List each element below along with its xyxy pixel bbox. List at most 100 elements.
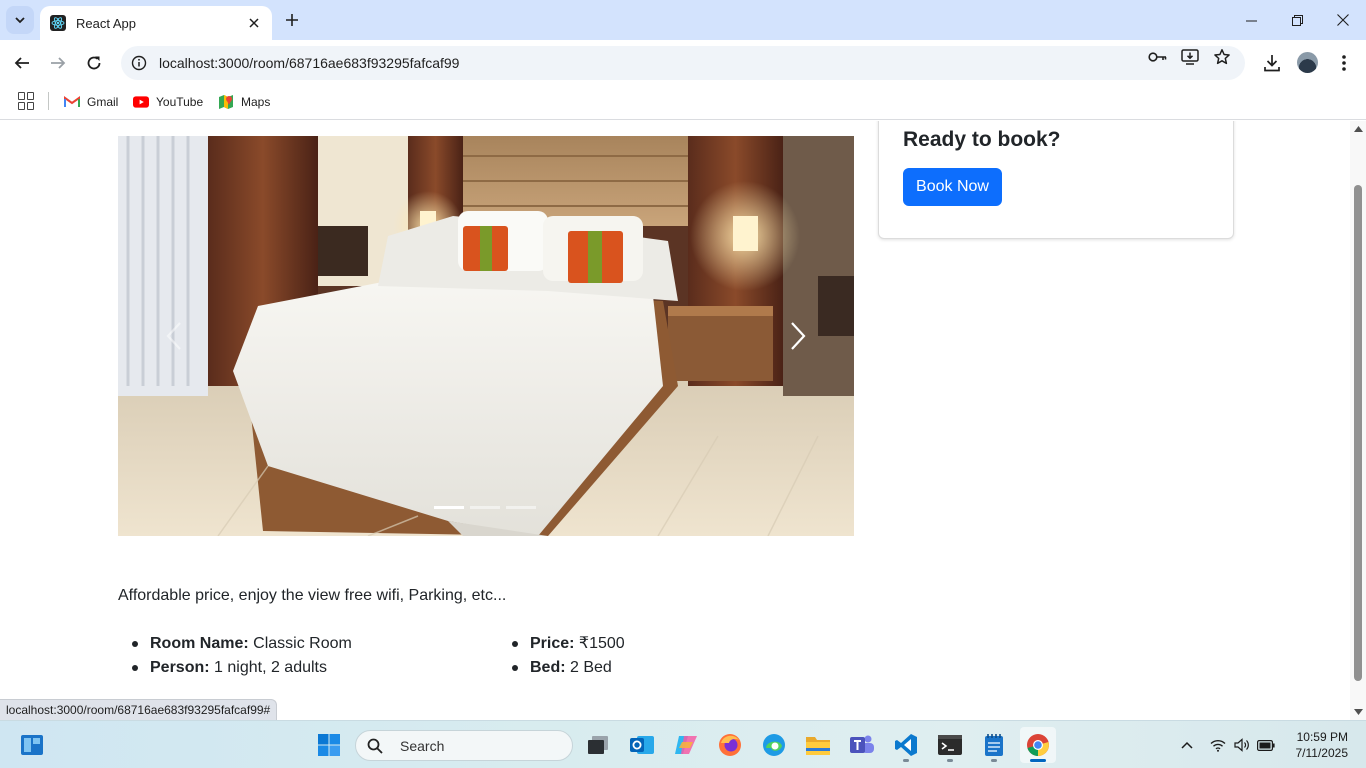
- reload-button[interactable]: [78, 47, 110, 79]
- carousel-indicators: [434, 506, 536, 509]
- file-explorer-app[interactable]: [800, 727, 836, 763]
- chrome-icon: [1027, 734, 1049, 756]
- active-app-indicator: [1030, 759, 1046, 762]
- browser-toolbar: localhost:3000/room/68716ae683f93295fafc…: [0, 40, 1366, 86]
- carousel-indicator[interactable]: [506, 506, 536, 509]
- bookmarks-divider: [48, 92, 49, 110]
- start-button[interactable]: [311, 727, 347, 763]
- browser-tab[interactable]: React App: [40, 6, 272, 40]
- widgets-icon: [21, 735, 43, 755]
- plus-icon: [286, 14, 298, 26]
- volume-icon[interactable]: [1233, 736, 1251, 754]
- wifi-icon[interactable]: [1209, 736, 1227, 754]
- details-column-left: Room Name: Classic Room Person: 1 night,…: [118, 632, 352, 680]
- install-app-icon[interactable]: [1180, 48, 1200, 66]
- bookmark-maps[interactable]: Maps: [218, 91, 270, 113]
- forward-button[interactable]: [42, 47, 74, 79]
- carousel-prev-button[interactable]: [154, 316, 194, 356]
- carousel-next-button[interactable]: [778, 316, 818, 356]
- copilot-app[interactable]: [668, 727, 704, 763]
- booking-heading: Ready to book?: [903, 128, 1061, 151]
- edge-icon: [763, 734, 785, 756]
- taskbar-search[interactable]: Search: [355, 730, 573, 761]
- scroll-up-arrow-icon[interactable]: [1353, 124, 1363, 134]
- page-scrollbar[interactable]: [1350, 121, 1366, 720]
- carousel-indicator[interactable]: [470, 506, 500, 509]
- tab-search-button[interactable]: [6, 6, 34, 34]
- notepad-app[interactable]: [976, 727, 1012, 763]
- site-info-icon[interactable]: [130, 54, 148, 72]
- terminal-app[interactable]: [932, 727, 968, 763]
- apps-grid-icon[interactable]: [18, 92, 36, 110]
- detail-label: Price:: [530, 635, 575, 652]
- detail-bed: Bed: 2 Bed: [498, 656, 625, 680]
- downloads-icon[interactable]: [1259, 50, 1285, 76]
- task-view-button[interactable]: [580, 727, 616, 763]
- restore-button[interactable]: [1274, 0, 1320, 40]
- chrome-app[interactable]: [1020, 727, 1056, 763]
- chevron-down-icon: [15, 17, 25, 24]
- outlook-icon: [630, 736, 654, 754]
- folder-icon: [806, 737, 830, 755]
- bookmarks-bar: Gmail YouTube Maps: [0, 86, 1366, 120]
- detail-label: Bed:: [530, 659, 566, 676]
- bookmark-label: YouTube: [156, 95, 204, 109]
- detail-value: ₹1500: [574, 635, 625, 652]
- booking-card: Ready to book? Book Now: [878, 121, 1234, 239]
- running-indicator: [903, 759, 909, 762]
- detail-label: Room Name:: [150, 635, 249, 652]
- firefox-icon: [719, 734, 741, 756]
- copilot-icon: [675, 736, 697, 754]
- page-viewport: Ready to book? Book Now Affordable price…: [0, 121, 1350, 720]
- detail-room-name: Room Name: Classic Room: [118, 632, 352, 656]
- bookmark-youtube[interactable]: YouTube: [133, 91, 203, 113]
- youtube-icon: [133, 94, 149, 110]
- password-key-icon[interactable]: [1148, 48, 1168, 66]
- room-photo: [118, 136, 854, 536]
- clock-date: 7/11/2025: [1295, 746, 1349, 760]
- address-bar[interactable]: localhost:3000/room/68716ae683f93295fafc…: [121, 46, 1245, 80]
- new-tab-button[interactable]: [280, 8, 304, 32]
- room-carousel[interactable]: [118, 136, 854, 536]
- detail-label: Person:: [150, 659, 210, 676]
- bookmark-star-icon[interactable]: [1212, 48, 1232, 66]
- task-view-icon: [588, 736, 608, 754]
- close-window-button[interactable]: [1320, 0, 1366, 40]
- system-clock[interactable]: 10:59 PM 7/11/2025: [1284, 729, 1349, 761]
- gmail-icon: [64, 94, 80, 110]
- restore-icon: [1291, 14, 1303, 26]
- outlook-app[interactable]: [624, 727, 660, 763]
- url-text[interactable]: localhost:3000/room/68716ae683f93295fafc…: [159, 55, 1245, 71]
- more-menu-icon[interactable]: [1331, 50, 1357, 76]
- detail-value: 1 night, 2 adults: [209, 659, 327, 676]
- profile-avatar[interactable]: [1297, 52, 1318, 73]
- close-tab-icon[interactable]: [246, 15, 262, 31]
- vscode-app[interactable]: [888, 727, 924, 763]
- close-icon: [1337, 14, 1349, 26]
- firefox-app[interactable]: [712, 727, 748, 763]
- terminal-icon: [938, 735, 962, 755]
- detail-value: Classic Room: [248, 635, 352, 652]
- back-button[interactable]: [6, 47, 38, 79]
- windows-start-icon: [318, 734, 340, 756]
- bookmark-gmail[interactable]: Gmail: [64, 91, 118, 113]
- widgets-button[interactable]: [14, 727, 50, 763]
- show-hidden-icons-icon[interactable]: [1178, 736, 1196, 754]
- carousel-indicator[interactable]: [434, 506, 464, 509]
- teams-icon: [850, 735, 874, 753]
- vscode-icon: [895, 734, 917, 756]
- running-indicator: [991, 759, 997, 762]
- book-now-button[interactable]: Book Now: [903, 168, 1002, 206]
- windows-taskbar: Search 10:59 PM 7/11/2025: [0, 720, 1366, 768]
- minimize-button[interactable]: [1228, 0, 1274, 40]
- detail-value: 2 Bed: [565, 659, 612, 676]
- react-icon: [50, 15, 66, 31]
- scroll-down-arrow-icon[interactable]: [1353, 707, 1363, 717]
- teams-app[interactable]: [844, 727, 880, 763]
- search-placeholder: Search: [400, 737, 445, 754]
- edge-app[interactable]: [756, 727, 792, 763]
- detail-person: Person: 1 night, 2 adults: [118, 656, 352, 680]
- scrollbar-thumb[interactable]: [1354, 185, 1362, 681]
- clock-time: 10:59 PM: [1296, 730, 1348, 744]
- battery-icon[interactable]: [1257, 736, 1275, 754]
